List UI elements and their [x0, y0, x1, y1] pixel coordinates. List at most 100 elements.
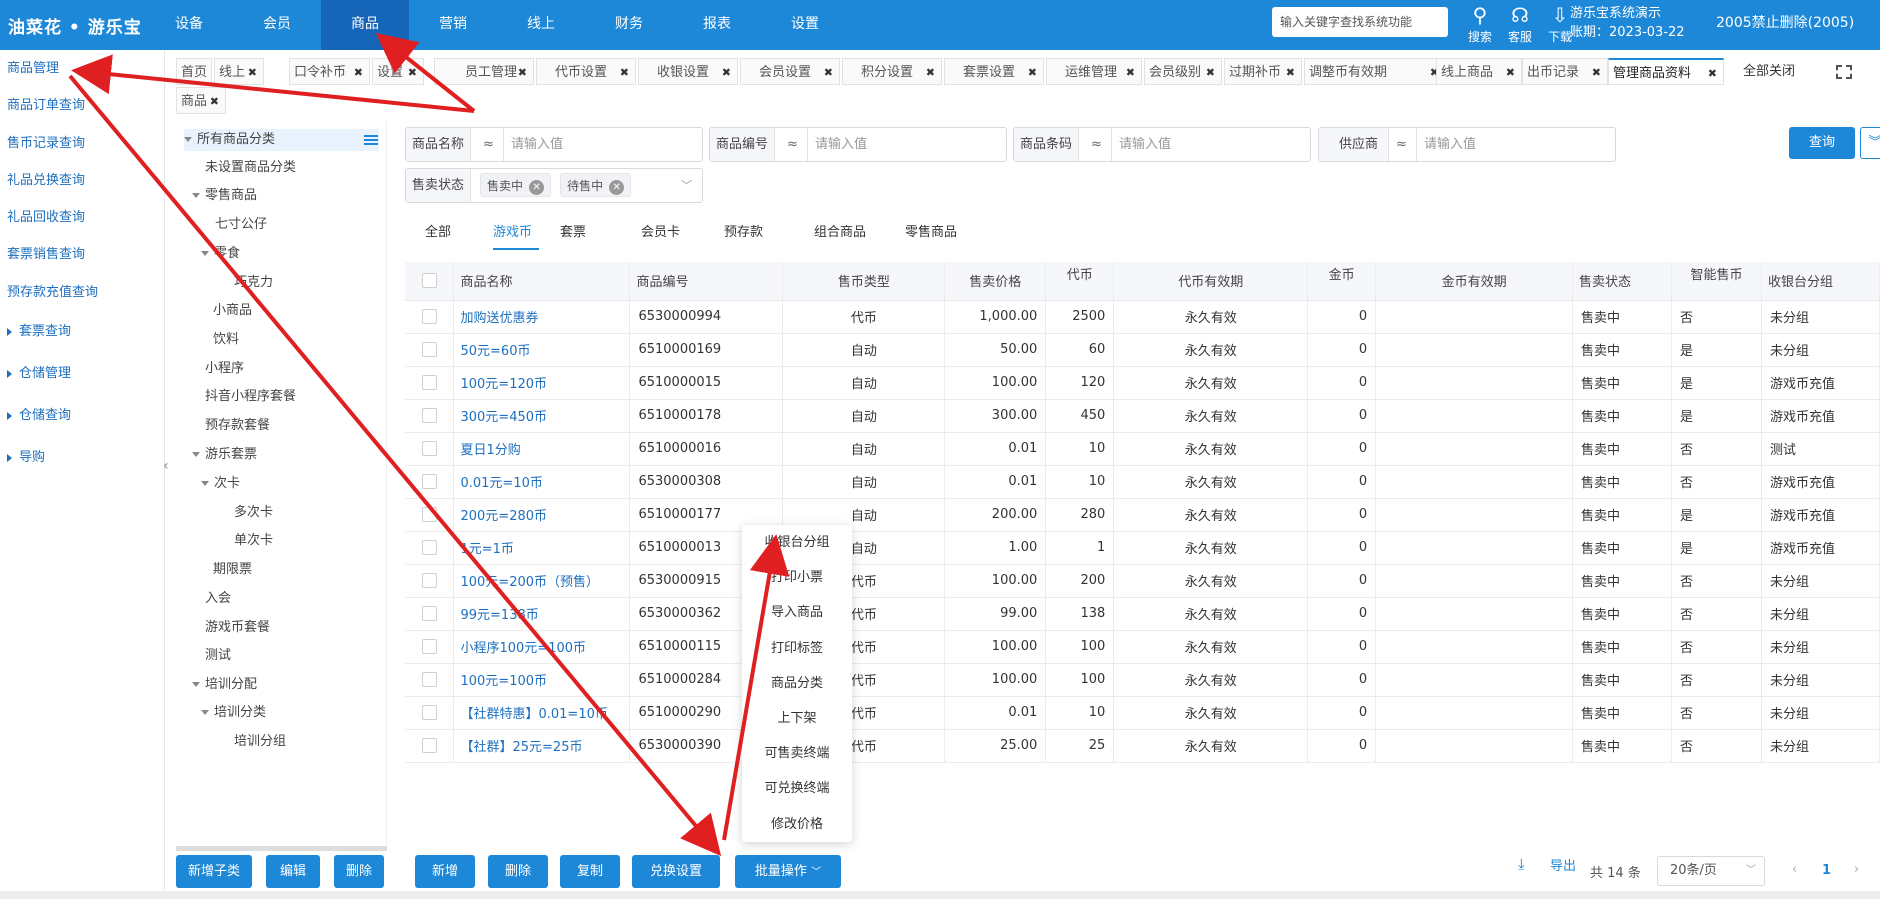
cell-name[interactable]: 【社群特惠】0.01=10币	[453, 696, 631, 730]
select-all-checkbox[interactable]	[405, 262, 455, 301]
product-name-input[interactable]: 请输入值	[511, 128, 563, 161]
supplier-input[interactable]: 请输入值	[1424, 128, 1476, 161]
close-icon[interactable]: ✖	[354, 59, 363, 86]
cell-name[interactable]: 300元=450币	[453, 399, 631, 433]
nav-report[interactable]: 报表	[673, 0, 761, 50]
tree-node[interactable]: 培训分类	[201, 702, 266, 724]
nav-online[interactable]: 线上	[497, 0, 585, 50]
sidebar-item-order-query[interactable]: 商品订单查询	[0, 87, 164, 124]
cell-name[interactable]: 0.01元=10币	[453, 465, 631, 499]
tree-node-root[interactable]: 所有商品分类	[184, 129, 379, 151]
cell-name[interactable]: 99元=138币	[453, 597, 631, 631]
delete-product-button[interactable]: 删除	[488, 855, 548, 888]
tab-expired-coin[interactable]: 过期补币 ✖	[1224, 58, 1302, 85]
sidebar-item-package-sale-query[interactable]: 套票销售查询	[0, 236, 164, 273]
nav-device[interactable]: 设备	[145, 0, 233, 50]
row-checkbox[interactable]	[405, 432, 455, 466]
table-row[interactable]: 50元=60币 6510000169 自动 50.00 60 永久有效 0 售卖中是未分组	[405, 333, 1880, 367]
tab-game-coin[interactable]: 游戏币	[493, 218, 539, 250]
cell-name[interactable]: 小程序100元=100币	[453, 630, 631, 664]
col-token-validity[interactable]: 代币有效期	[1113, 262, 1309, 301]
sidebar-group-warehouse[interactable]: 仓储管理	[0, 353, 164, 395]
tab-online-products[interactable]: 线上商品 ✖	[1436, 58, 1522, 85]
menu-item-sale-terminals[interactable]: 可售卖终端	[742, 736, 852, 771]
export-link[interactable]: 导出	[1550, 855, 1576, 874]
collapse-sidebar-icon[interactable]: ‹	[163, 458, 169, 474]
tree-node[interactable]: 游戏币套餐	[205, 617, 270, 639]
barcode-input[interactable]: 请输入值	[1119, 128, 1171, 161]
batch-operations-button[interactable]: 批量操作 ﹀	[735, 855, 841, 888]
tab-online[interactable]: 线上 ✖	[214, 58, 264, 85]
nav-product[interactable]: 商品	[321, 0, 409, 50]
cell-name[interactable]: 50元=60币	[453, 333, 631, 367]
close-all-tabs-button[interactable]: 全部关闭	[1743, 58, 1795, 85]
cell-name[interactable]: 加购送优惠券	[453, 300, 631, 334]
row-checkbox[interactable]	[405, 366, 455, 400]
sidebar-item-deposit-query[interactable]: 预存款充值查询	[0, 274, 164, 311]
close-icon[interactable]: ✕	[609, 180, 625, 195]
col-gold-validity[interactable]: 金币有效期	[1375, 262, 1574, 301]
close-icon[interactable]: ✖	[1286, 59, 1295, 86]
menu-item-print-receipt[interactable]: 打印小票	[742, 560, 852, 595]
table-row[interactable]: 小程序100元=100币 6510000115 代币 100.00 100 永久有效 0 售卖…	[405, 630, 1880, 664]
table-row[interactable]: 1元=1币 6510000013 自动 1.00 1 永久有效 0 售卖中是游戏币充值	[405, 531, 1880, 565]
user-menu[interactable]: 2005禁止删除(2005)	[1716, 12, 1854, 32]
menu-item-import-products[interactable]: 导入商品	[742, 595, 852, 630]
tree-node[interactable]: 小商品	[213, 300, 252, 322]
sidebar-group-package[interactable]: 套票查询	[0, 311, 164, 353]
tab-all[interactable]: 全部	[405, 218, 485, 250]
close-icon[interactable]: ✖	[210, 88, 219, 115]
close-icon[interactable]: ✖	[722, 59, 731, 86]
tab-password-coin[interactable]: 口令补币 ✖	[289, 58, 370, 85]
tab-product[interactable]: 商品 ✖	[176, 87, 226, 114]
table-row[interactable]: 夏日1分购 6510000016 自动 0.01 10 永久有效 0 售卖中否测试	[405, 432, 1880, 466]
fullscreen-icon[interactable]	[1836, 65, 1852, 79]
tree-node[interactable]: 抖音小程序套餐	[205, 386, 296, 408]
tree-node[interactable]: 培训分配	[192, 674, 257, 696]
close-icon[interactable]: ✖	[1028, 59, 1037, 86]
col-token[interactable]: 代币	[1045, 262, 1115, 301]
exchange-settings-button[interactable]: 兑换设置	[632, 855, 720, 888]
table-row[interactable]: 【社群】25元=25币 6530000390 代币 25.00 25 永久有效 0 售卖中否未…	[405, 729, 1880, 763]
tab-retail[interactable]: 零售商品	[905, 218, 985, 250]
copy-product-button[interactable]: 复制	[560, 855, 620, 888]
table-row[interactable]: 200元=280币 6510000177 自动 200.00 280 永久有效 0 售卖中是游…	[405, 498, 1880, 532]
tree-node[interactable]: 培训分组	[234, 731, 286, 753]
row-checkbox[interactable]	[405, 300, 455, 334]
table-row[interactable]: 加购送优惠券 6530000994 代币 1,000.00 2500 永久有效 0 售卖中否未…	[405, 300, 1880, 334]
table-row[interactable]: 300元=450币 6510000178 自动 300.00 450 永久有效 0 售卖中是游…	[405, 399, 1880, 433]
filter-operator[interactable]: ≈	[778, 128, 808, 161]
table-row[interactable]: 100元=200币（预售） 6530000915 代币 100.00 200 永久有效 0 售…	[405, 564, 1880, 598]
tree-node[interactable]: 小程序	[205, 358, 244, 380]
tree-node[interactable]: 游乐套票	[192, 444, 257, 466]
close-icon[interactable]: ✖	[408, 59, 417, 86]
col-price[interactable]: 售卖价格	[944, 262, 1047, 301]
row-checkbox[interactable]	[405, 498, 455, 532]
tab-cashier-settings[interactable]: 收银设置 ✖	[638, 58, 738, 85]
tree-node[interactable]: 未设置商品分类	[205, 157, 296, 179]
col-name[interactable]: 商品名称	[453, 262, 631, 301]
tree-node[interactable]: 七寸公仔	[215, 214, 267, 236]
list-icon[interactable]	[364, 135, 378, 145]
search-button[interactable]: ⚲ 搜索	[1460, 2, 1500, 45]
tab-member-level[interactable]: 会员级别 ✖	[1144, 58, 1222, 85]
tab-coin-out[interactable]: 出币记录 ✖	[1522, 58, 1608, 85]
cell-name[interactable]: 200元=280币	[453, 498, 631, 532]
close-icon[interactable]: ✖	[248, 59, 257, 86]
row-checkbox[interactable]	[405, 564, 455, 598]
row-checkbox[interactable]	[405, 630, 455, 664]
tab-combo[interactable]: 组合商品	[814, 218, 895, 250]
cell-name[interactable]: 夏日1分购	[453, 432, 631, 466]
add-subcategory-button[interactable]: 新增子类	[176, 855, 252, 888]
tree-node[interactable]: 入会	[205, 588, 231, 610]
close-icon[interactable]: ✖	[824, 59, 833, 86]
close-icon[interactable]: ✖	[1708, 60, 1717, 87]
row-checkbox[interactable]	[405, 399, 455, 433]
add-product-button[interactable]: 新增	[415, 855, 475, 888]
tree-node[interactable]: 预存款套餐	[205, 415, 270, 437]
row-checkbox[interactable]	[405, 696, 455, 730]
tab-product-data[interactable]: 管理商品资料 ✖	[1608, 58, 1724, 85]
row-checkbox[interactable]	[405, 597, 455, 631]
row-checkbox[interactable]	[405, 531, 455, 565]
query-button[interactable]: 查询	[1789, 127, 1855, 159]
